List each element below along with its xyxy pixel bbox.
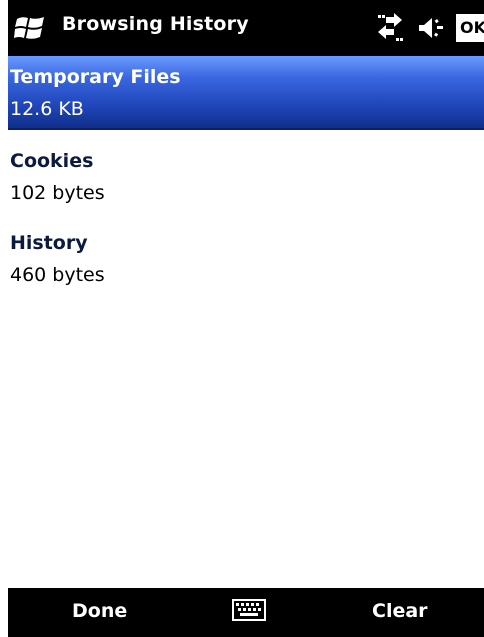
ok-button[interactable]: OK [456, 14, 484, 42]
list-item-value: 12.6 KB [10, 98, 84, 120]
app-window: Browsing History OK Temporary Files 12.6… [8, 0, 484, 637]
done-button[interactable]: Done [72, 600, 127, 622]
list-item-cookies[interactable]: Cookies 102 bytes [8, 140, 484, 214]
windows-start-icon[interactable] [14, 15, 46, 41]
list-item-label: Temporary Files [10, 66, 181, 88]
list-item-value: 460 bytes [10, 264, 105, 286]
softkey-bar: Done Clear [8, 588, 484, 637]
list-item-temporary-files[interactable]: Temporary Files 12.6 KB [8, 56, 484, 130]
connectivity-icon[interactable] [374, 13, 406, 43]
title-bar: Browsing History OK [8, 0, 484, 56]
keyboard-icon[interactable] [232, 598, 266, 622]
window-title: Browsing History [62, 13, 249, 35]
list-item-history[interactable]: History 460 bytes [8, 222, 484, 296]
volume-icon[interactable] [418, 14, 448, 42]
clear-button[interactable]: Clear [372, 600, 428, 622]
list-item-label: History [10, 232, 88, 254]
list-item-label: Cookies [10, 150, 94, 172]
list-item-value: 102 bytes [10, 182, 105, 204]
